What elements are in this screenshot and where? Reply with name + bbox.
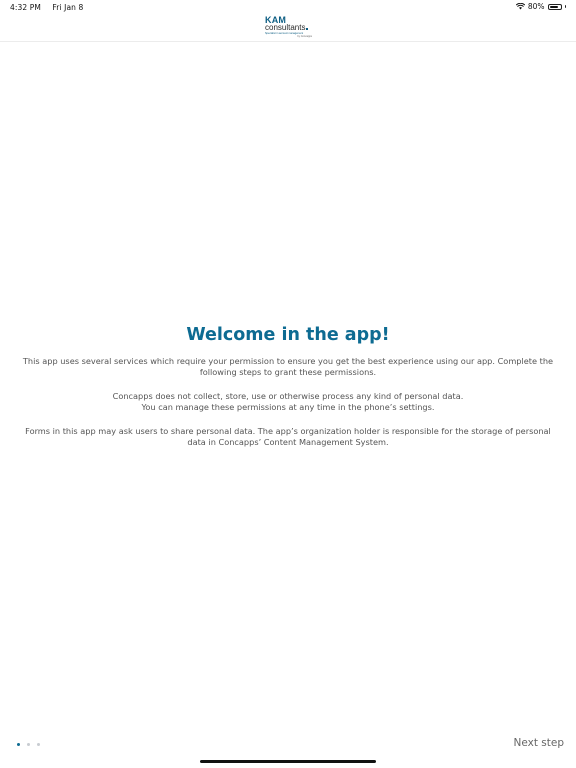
privacy-text-line-1: Concapps does not collect, store, use or… xyxy=(112,391,464,401)
page-dot-1[interactable] xyxy=(17,743,20,746)
logo-consultants-text: consultants xyxy=(265,23,306,32)
forms-data-text: Forms in this app may ask users to share… xyxy=(25,426,551,447)
status-right: 80% xyxy=(515,2,566,11)
welcome-title: Welcome in the app! xyxy=(186,325,390,345)
status-bar: 4:32 PM Fri Jan 8 80% xyxy=(0,0,576,14)
kam-consultants-logo: KAM consultants Specialist in account ma… xyxy=(265,16,313,39)
wifi-icon xyxy=(515,3,525,10)
logo-dot xyxy=(306,28,309,30)
battery-percent: 80% xyxy=(527,2,545,11)
onboarding-screen: 4:32 PM Fri Jan 8 80% KAM consultants Sp… xyxy=(0,0,576,768)
page-indicator[interactable] xyxy=(17,743,40,746)
status-time: 4:32 PM xyxy=(10,3,41,12)
home-indicator[interactable] xyxy=(200,760,376,763)
status-left: 4:32 PM Fri Jan 8 xyxy=(10,3,83,12)
privacy-text-line-2: You can manage these permissions at any … xyxy=(141,402,435,412)
status-date: Fri Jan 8 xyxy=(52,3,84,12)
battery-cap xyxy=(564,5,566,8)
welcome-content: Welcome in the app! This app uses severa… xyxy=(0,322,576,461)
logo-consultants: consultants xyxy=(265,23,309,32)
logo-tagline-2: by Concapps xyxy=(297,35,312,38)
battery-icon xyxy=(547,3,562,10)
permissions-intro-text: This app uses several services which req… xyxy=(22,356,554,377)
next-step-button[interactable]: Next step xyxy=(513,737,564,749)
privacy-text: Concapps does not collect, store, use or… xyxy=(16,391,561,413)
page-dot-3[interactable] xyxy=(37,743,40,746)
battery-fill xyxy=(549,5,558,8)
app-header: KAM consultants Specialist in account ma… xyxy=(0,14,576,42)
page-dot-2[interactable] xyxy=(27,743,30,746)
